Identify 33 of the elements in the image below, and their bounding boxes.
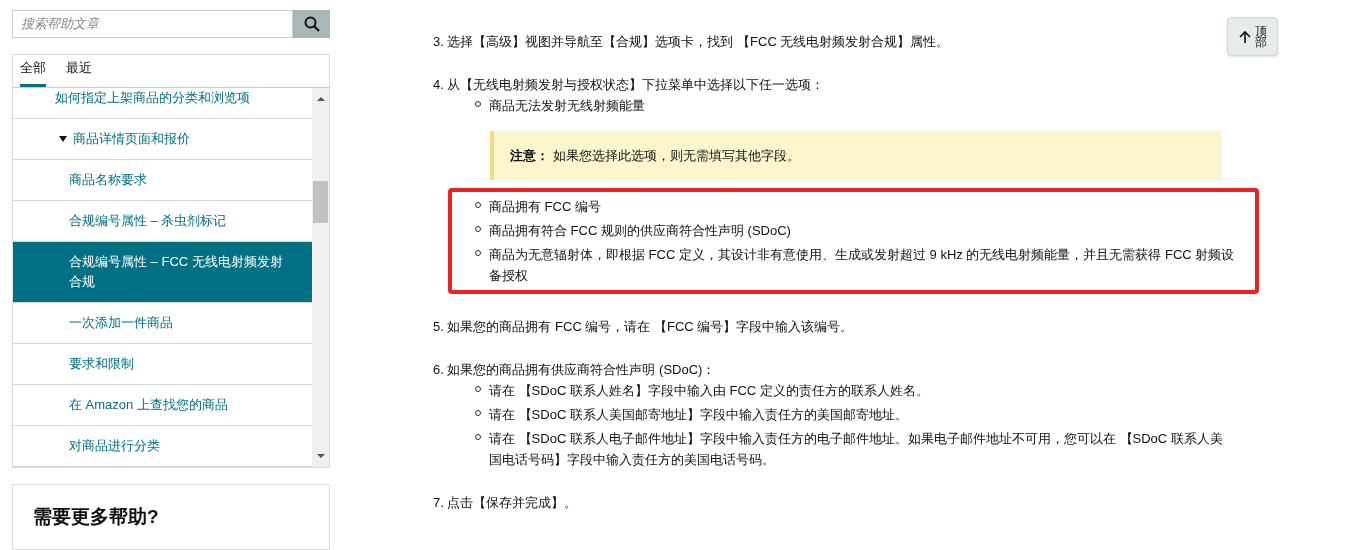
scrollbar-thumb[interactable]: [313, 180, 328, 223]
tree-item[interactable]: 在 Amazon 上查找您的商品: [13, 384, 312, 426]
scrollbar[interactable]: [312, 87, 329, 467]
tree-item[interactable]: 一次添加一件商品: [13, 302, 312, 344]
step-text: 7. 点击【保存并完成】。: [433, 494, 579, 512]
tree-item[interactable]: 如何指定上架商品的分类和浏览项: [13, 87, 312, 119]
bullet-text: 请在 【SDoC 联系人电子邮件地址】字段中输入责任方的电子邮件地址。如果电子邮件地址不可用，您可以在 【SDoC 联系人美国电话号码】字段中输入责任方的美国电话号码。: [489, 430, 1224, 469]
tree-item[interactable]: 商品详情页面和报价: [13, 118, 312, 160]
tree-item[interactable]: 商品名称要求: [13, 159, 312, 201]
step-text: 3. 选择【高级】视图并导航至【合规】选项卡，找到 【FCC 无线电射频发射合规】属性。: [433, 33, 951, 51]
arrow-up-icon: [1238, 29, 1251, 44]
tree-item[interactable]: 要求和限制: [13, 343, 312, 385]
step-text: 6. 如果您的商品拥有供应商符合性声明 (SDoC)：: [433, 361, 717, 379]
bullet-text: 商品拥有 FCC 编号: [489, 198, 601, 216]
scroll-up-icon: [316, 96, 325, 101]
bullet-text: 请在 【SDoC 联系人姓名】字段中输入由 FCC 定义的责任方的联系人姓名。: [489, 382, 929, 400]
note-text: 注意： 如果您选择此选项，则无需填写其他字段。: [510, 148, 800, 163]
bullet-text: 商品拥有符合 FCC 规则的供应商符合性声明 (SDoC): [489, 222, 791, 240]
search-icon: [303, 15, 320, 32]
search-button[interactable]: [293, 10, 330, 38]
tab[interactable]: 最近: [66, 58, 92, 87]
tree-item[interactable]: 对商品进行分类: [13, 425, 312, 467]
tree-item[interactable]: 合规编号属性 – 杀虫剂标记: [13, 200, 312, 242]
bullet-text: 请在 【SDoC 联系人美国邮寄地址】字段中输入责任方的美国邮寄地址。: [489, 406, 908, 424]
bullet-text: 商品为无意辐射体，即根据 FCC 定义，其设计非有意使用、生成或发射超过 9 kHz 的无线电射频能量，并且无需获得 FCC 射频设备授权: [489, 246, 1235, 285]
search-field[interactable]: 搜索帮助文章: [12, 10, 293, 38]
scroll-down-icon: [316, 453, 325, 458]
step-text: 5. 如果您的商品拥有 FCC 编号，请在 【FCC 编号】字段中输入该编号。: [433, 318, 855, 336]
bullet-text: 商品无法发射无线射频能量: [489, 97, 645, 115]
tree-item[interactable]: 合规编号属性 – FCC 无线电射频发射合规: [13, 241, 312, 303]
step-text: 4. 从【无线电射频发射与授权状态】下拉菜单中选择以下任一选项：: [433, 76, 826, 94]
help-card-title: 需要更多帮助?: [33, 504, 160, 529]
back-to-top-button[interactable]: 顶部: [1227, 17, 1278, 56]
